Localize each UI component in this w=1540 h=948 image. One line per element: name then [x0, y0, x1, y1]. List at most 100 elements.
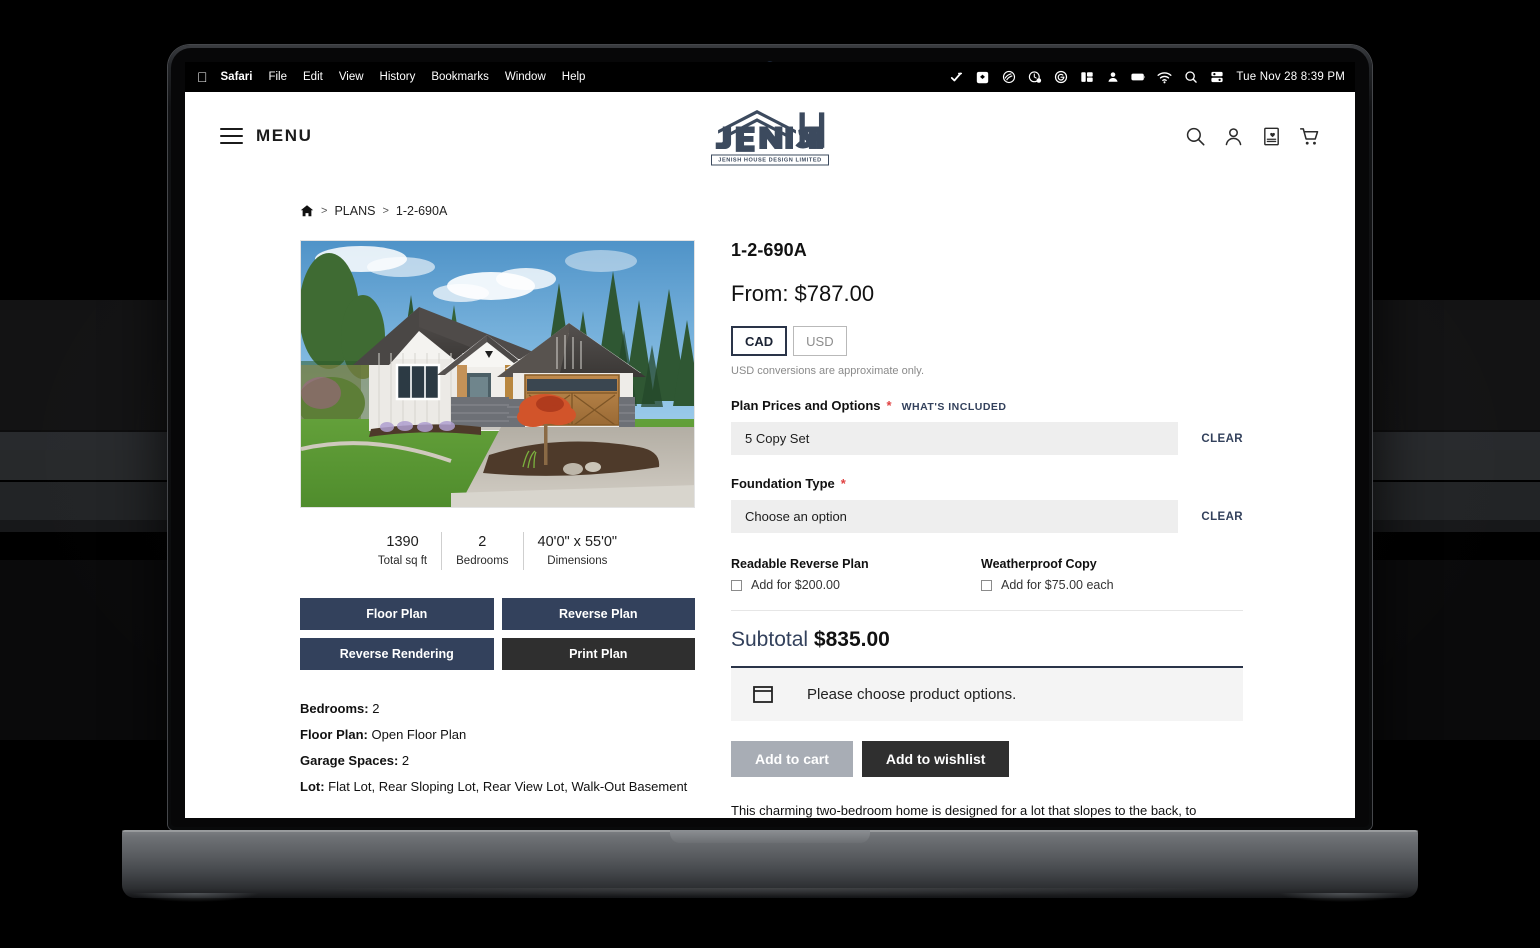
menu-item-help[interactable]: Help — [562, 71, 586, 83]
wifi-icon[interactable] — [1157, 70, 1172, 85]
plan-stats: 1390 Total sq ft 2 Bedrooms 40'0" x 55'0… — [300, 532, 695, 570]
reverse-rendering-button[interactable]: Reverse Rendering — [300, 638, 494, 670]
foundation-type-row: Choose an option CLEAR — [731, 500, 1243, 533]
add-to-wishlist-button[interactable]: Add to wishlist — [861, 741, 1010, 777]
subtotal-row: Subtotal $835.00 — [731, 628, 1243, 652]
floor-plan-button[interactable]: Floor Plan — [300, 598, 494, 630]
print-plan-button[interactable]: Print Plan — [501, 638, 695, 670]
plan-rendering-image[interactable] — [300, 240, 695, 508]
spec-key: Lot: — [300, 779, 325, 794]
addon-weatherproof-copy: Weatherproof Copy Add for $75.00 each — [981, 557, 1231, 592]
addon-title: Weatherproof Copy — [981, 557, 1097, 571]
plan-action-buttons: Floor Plan Reverse Plan Reverse Renderin… — [300, 598, 695, 670]
addon-title: Readable Reverse Plan — [731, 557, 869, 571]
foundation-type-label-row: Foundation Type * — [731, 476, 1243, 491]
clock-badge-icon[interactable] — [1027, 70, 1042, 85]
screen-viewport:  Safari File Edit View History Bookmark… — [185, 62, 1355, 818]
product-options-notice: Please choose product options. — [731, 668, 1243, 721]
addon-row: Add for $200.00 — [731, 578, 981, 592]
subtotal-label: Subtotal — [731, 628, 809, 651]
spec-value: Open Floor Plan — [371, 727, 467, 742]
weatherproof-copy-checkbox[interactable] — [981, 579, 992, 591]
spec-floor-plan: Floor Plan: Open Floor Plan — [300, 722, 695, 748]
required-asterisk: * — [886, 398, 892, 413]
product-price: From: $787.00 — [731, 281, 875, 306]
menu-item-bookmarks[interactable]: Bookmarks — [431, 71, 489, 83]
plan-prices-row: 5 Copy Set CLEAR — [731, 422, 1243, 455]
stage-manager-icon[interactable] — [1079, 70, 1094, 85]
product-content: 1390 Total sq ft 2 Bedrooms 40'0" x 55'0… — [185, 218, 1355, 818]
menu-item-edit[interactable]: Edit — [303, 71, 323, 83]
subtotal-value: $835.00 — [813, 628, 890, 651]
menu-button[interactable]: MENU — [220, 126, 312, 146]
window-frame-icon — [753, 686, 773, 703]
spec-lot: Lot: Flat Lot, Rear Sloping Lot, Rear Vi… — [300, 774, 695, 800]
menu-item-file[interactable]: File — [268, 71, 287, 83]
apple-logo-icon[interactable]:  — [197, 70, 208, 84]
laptop-foot-left — [110, 893, 280, 905]
wishlist-icon[interactable] — [1261, 126, 1282, 147]
stat-label: Bedrooms — [456, 555, 509, 567]
menu-item-window[interactable]: Window — [505, 71, 546, 83]
page-title: 1-2-690A — [731, 240, 807, 260]
divider — [731, 610, 1243, 611]
plan-prices-select[interactable]: 5 Copy Set — [731, 422, 1178, 455]
breadcrumb: > PLANS > 1-2-690A — [185, 180, 1355, 218]
spec-value: Flat Lot, Rear Sloping Lot, Rear View Lo… — [328, 779, 688, 794]
macos-menu-bar:  Safari File Edit View History Bookmark… — [185, 62, 1355, 92]
checkmark-icon[interactable] — [949, 70, 964, 85]
menu-item-history[interactable]: History — [380, 71, 416, 83]
control-center-icon[interactable] — [1209, 70, 1224, 85]
site-logo[interactable]: JENISH HOUSE DESIGN LIMITED — [711, 106, 829, 166]
spec-key: Garage Spaces: — [300, 753, 399, 768]
currency-cad-button[interactable]: CAD — [731, 326, 788, 356]
addon-price-label: Add for $75.00 each — [1001, 578, 1114, 592]
site-header: MENU JENISH HOUSE DESIGN LIMITED — [185, 92, 1355, 180]
menu-bar-clock[interactable]: Tue Nov 28 8:39 PM — [1236, 71, 1345, 83]
battery-icon[interactable] — [1131, 70, 1146, 85]
laptop-base-notch — [670, 830, 870, 843]
foundation-type-select[interactable]: Choose an option — [731, 500, 1178, 533]
plan-prices-clear-link[interactable]: CLEAR — [1178, 433, 1243, 445]
stat-dimensions: 40'0" x 55'0" Dimensions — [522, 532, 632, 570]
creative-cloud-icon[interactable] — [1001, 70, 1016, 85]
spotlight-search-icon[interactable] — [1183, 70, 1198, 85]
product-purchase-column: 1-2-690A From: $787.00 CAD USD USD conve… — [731, 240, 1243, 818]
menu-item-view[interactable]: View — [339, 71, 364, 83]
menu-bar-status-icons — [949, 70, 1224, 85]
required-asterisk: * — [840, 476, 846, 491]
breadcrumb-item-current[interactable]: 1-2-690A — [396, 204, 447, 218]
add-to-cart-button[interactable]: Add to cart — [731, 741, 853, 777]
dropbox-icon[interactable] — [975, 70, 990, 85]
currency-usd-button[interactable]: USD — [793, 326, 847, 356]
page-body: > PLANS > 1-2-690A 1390 Total sq ft 2 Be… — [185, 180, 1355, 818]
addon-price-label: Add for $200.00 — [751, 578, 840, 592]
plan-prices-label-row: Plan Prices and Options * WHAT'S INCLUDE… — [731, 398, 1243, 413]
search-icon[interactable] — [1185, 126, 1206, 147]
laptop-mockup:  Safari File Edit View History Bookmark… — [0, 0, 1540, 948]
home-icon[interactable] — [300, 204, 314, 218]
spec-key: Bedrooms: — [300, 701, 369, 716]
addon-options: Readable Reverse Plan Add for $200.00 We… — [731, 557, 1243, 592]
foundation-type-clear-link[interactable]: CLEAR — [1178, 511, 1243, 523]
menu-item-safari[interactable]: Safari — [221, 71, 253, 83]
whats-included-link[interactable]: WHAT'S INCLUDED — [902, 401, 1007, 413]
stat-label: Dimensions — [547, 555, 608, 567]
breadcrumb-item-plans[interactable]: PLANS — [334, 204, 375, 218]
laptop-base-shadow — [100, 888, 1440, 914]
reverse-plan-button[interactable]: Reverse Plan — [501, 598, 695, 630]
breadcrumb-separator: > — [382, 205, 389, 217]
notice-text: Please choose product options. — [807, 686, 1017, 703]
grammarly-icon[interactable] — [1053, 70, 1068, 85]
user-icon[interactable] — [1105, 70, 1120, 85]
stat-value: 40'0" x 55'0" — [537, 534, 618, 550]
currency-toggle: CAD USD — [731, 326, 1243, 356]
addon-readable-reverse-plan: Readable Reverse Plan Add for $200.00 — [731, 557, 981, 592]
account-icon[interactable] — [1223, 126, 1244, 147]
jenish-logo-icon — [715, 110, 825, 152]
cart-icon[interactable] — [1299, 126, 1320, 147]
spec-key: Floor Plan: — [300, 727, 368, 742]
readable-reverse-plan-checkbox[interactable] — [731, 579, 742, 591]
stat-bedrooms: 2 Bedrooms — [441, 532, 522, 570]
stat-value: 1390 — [386, 534, 419, 550]
